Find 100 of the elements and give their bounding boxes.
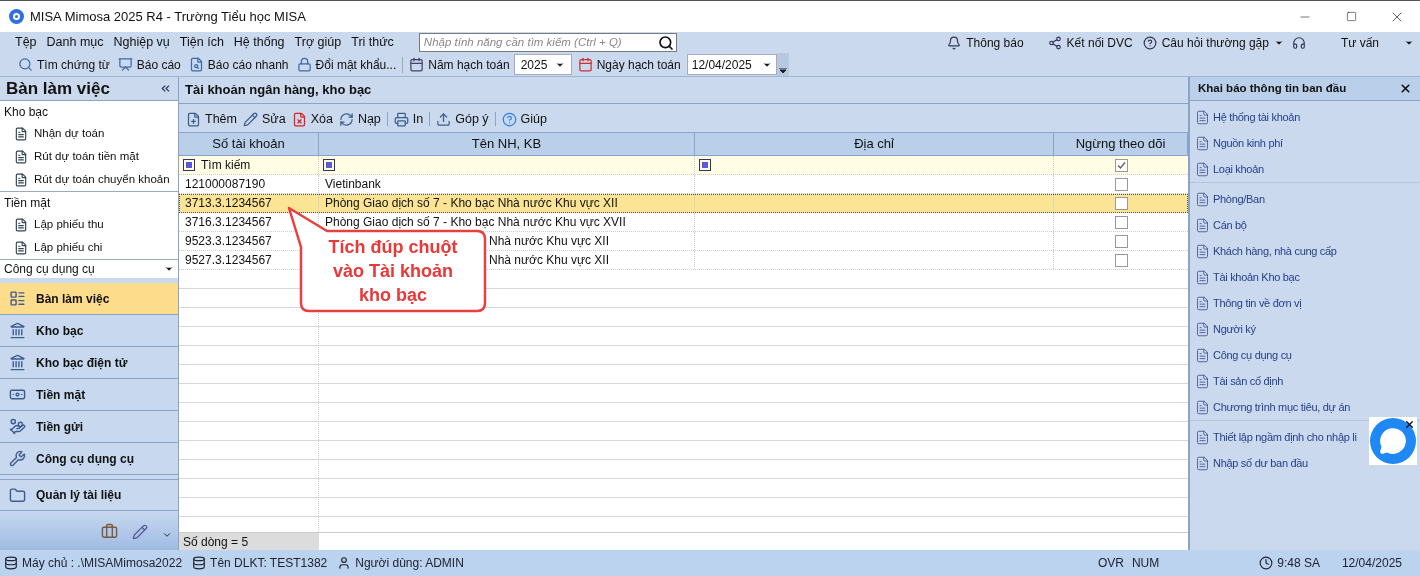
more-icon[interactable]: [162, 530, 172, 540]
menu-item[interactable]: Hệ thống: [228, 33, 290, 52]
chat-icon[interactable]: [1379, 427, 1407, 455]
panel-link[interactable]: Hệ thống tài khoản: [1190, 104, 1420, 130]
sidebar-item[interactable]: Rút dự toán tiền mặt: [0, 145, 178, 168]
column-header[interactable]: Địa chỉ: [695, 133, 1054, 155]
sidebar-item[interactable]: Lập phiếu thu: [0, 213, 178, 236]
edit-icon[interactable]: [132, 524, 148, 540]
action-button[interactable]: Giúp: [498, 108, 550, 130]
toolbar-button[interactable]: Báo cáo: [113, 54, 185, 75]
bell-icon[interactable]: [947, 35, 962, 50]
date-picker[interactable]: 12/04/2025: [686, 54, 777, 75]
close-icon[interactable]: [1399, 82, 1412, 95]
search-field[interactable]: Nhập tính năng cần tìm kiếm (Ctrl + Q): [418, 33, 677, 52]
chat-widget[interactable]: [1369, 417, 1417, 465]
filter-icon[interactable]: [183, 159, 195, 171]
menu-item[interactable]: Tệp: [10, 33, 42, 52]
column-header[interactable]: Số tài khoản: [179, 133, 319, 155]
document-search-icon: [188, 57, 204, 72]
menu-item[interactable]: Danh mục: [41, 33, 109, 52]
panel-link[interactable]: Người ký: [1190, 316, 1420, 342]
close-icon[interactable]: [1404, 419, 1415, 430]
column-header[interactable]: Tên NH, KB: [319, 133, 695, 155]
filter-icon[interactable]: [323, 159, 335, 171]
filter-icon[interactable]: [699, 159, 711, 171]
module-select[interactable]: Công cụ dụng cụ: [0, 260, 178, 278]
document-icon: [14, 240, 28, 255]
status-text: Máy chủ : .\MISAMimosa2022: [22, 555, 183, 572]
filter-field[interactable]: Tìm kiếm: [201, 156, 301, 174]
help-icon: [501, 111, 517, 127]
action-button[interactable]: Nạp: [335, 108, 384, 130]
document-icon: [14, 172, 28, 187]
panel-link[interactable]: Tài sản cố định: [1190, 368, 1420, 394]
wrench-icon: [9, 450, 26, 467]
action-button[interactable]: Sửa: [239, 108, 289, 130]
nav-button[interactable]: Quản lý tài liệu: [0, 479, 178, 511]
panel-link[interactable]: Công cụ dụng cụ: [1190, 342, 1420, 368]
menu-item[interactable]: Nghiệp vụ: [108, 33, 175, 52]
table-cell-text: 3716.3.1234567: [185, 214, 272, 231]
sidebar-item[interactable]: Lập phiếu chi: [0, 236, 178, 259]
table-row[interactable]: 3716.3.1234567 Phòng Giao dịch số 7 - Kho bạc Nhà nước Khu vực XVII: [179, 213, 1188, 232]
document-icon: [1195, 321, 1210, 337]
group-label: Tiền mặt: [3, 194, 52, 212]
panel-link[interactable]: Phòng/Ban: [1190, 186, 1420, 212]
document-icon: [1195, 191, 1210, 207]
bank-icon: [9, 322, 26, 339]
checkbox[interactable]: [1114, 158, 1128, 172]
action-button[interactable]: Xóa: [288, 108, 336, 130]
panel-link[interactable]: Nguồn kinh phí: [1190, 130, 1420, 156]
briefcase-icon[interactable]: [101, 523, 118, 540]
panel-link[interactable]: Khách hàng, nhà cung cấp: [1190, 238, 1420, 264]
menu-item[interactable]: Trợ giúp: [289, 33, 347, 52]
document-icon: [1195, 269, 1210, 285]
menu-item[interactable]: Tiện ích: [174, 33, 229, 52]
network-icon[interactable]: [1047, 35, 1062, 50]
row-count: Số dòng = 5: [179, 533, 319, 550]
toolbar-link[interactable]: Kết nối DVC: [1066, 33, 1133, 52]
help-icon[interactable]: [1142, 35, 1157, 50]
panel-link[interactable]: Tài khoản Kho bạc: [1190, 264, 1420, 290]
checkbox[interactable]: [1114, 196, 1128, 210]
toolbar-button[interactable]: Đổi mật khẩu...: [292, 54, 401, 75]
checkbox[interactable]: [1114, 253, 1128, 267]
toolbar-link[interactable]: Câu hỏi thường gặp: [1161, 33, 1269, 52]
toolbar-button[interactable]: Báo cáo nhanh: [184, 54, 293, 75]
status-text: 9:48 SA: [1277, 555, 1320, 572]
checkbox[interactable]: [1114, 234, 1128, 248]
table-row[interactable]: 121000087190 Vietinbank: [179, 175, 1188, 194]
panel-link[interactable]: Chương trình mục tiêu, dự án: [1190, 394, 1420, 420]
checkbox[interactable]: [1114, 215, 1128, 229]
search-icon: [18, 57, 33, 72]
panel-link[interactable]: Thông tin về đơn vị: [1190, 290, 1420, 316]
action-button[interactable]: In: [390, 108, 427, 130]
field-label: Năm hạch toán: [428, 56, 510, 74]
table-cell-text: Nhà nước Khu vực XII: [489, 252, 609, 269]
panel-link[interactable]: Thiết lập ngầm định cho nhập li: [1190, 424, 1420, 450]
document-icon: [14, 217, 28, 232]
caret-icon[interactable]: [164, 264, 174, 274]
table-row[interactable]: 3713.3.1234567 Phòng Giao dịch số 7 - Kho bạc Nhà nước Khu vực XII: [179, 194, 1188, 213]
panel-link[interactable]: Cán bộ: [1190, 212, 1420, 238]
headset-icon[interactable]: [1291, 35, 1306, 50]
toolbar-button[interactable]: Tìm chứng từ: [14, 54, 114, 75]
sidebar-item[interactable]: Nhận dự toán: [0, 122, 178, 145]
menu-item[interactable]: Tri thức: [346, 33, 399, 52]
checkbox[interactable]: [1114, 177, 1128, 191]
toolbar-link[interactable]: Tư vấn: [1340, 33, 1379, 52]
page-title: Tài khoản ngân hàng, kho bạc: [185, 81, 372, 100]
maximize-icon[interactable]: [1345, 11, 1357, 22]
toolbar-link[interactable]: Thông báo: [966, 33, 1024, 52]
app-logo-icon: [9, 9, 24, 24]
search-icon[interactable]: [657, 34, 674, 51]
year-select[interactable]: 2025: [513, 54, 572, 75]
collapse-icon[interactable]: [159, 82, 172, 95]
document-icon: [1195, 429, 1210, 445]
action-button[interactable]: Góp ý: [433, 108, 492, 130]
panel-link[interactable]: Nhập số dư ban đầu: [1190, 450, 1420, 476]
nav-button[interactable]: Bàn làm việc: [0, 283, 178, 315]
action-button[interactable]: Thêm: [183, 108, 240, 130]
status-text: Người dùng: ADMIN: [355, 555, 464, 572]
sidebar-item[interactable]: Rút dự toán chuyển khoản: [0, 168, 178, 191]
panel-link[interactable]: Loại khoản: [1190, 156, 1420, 182]
